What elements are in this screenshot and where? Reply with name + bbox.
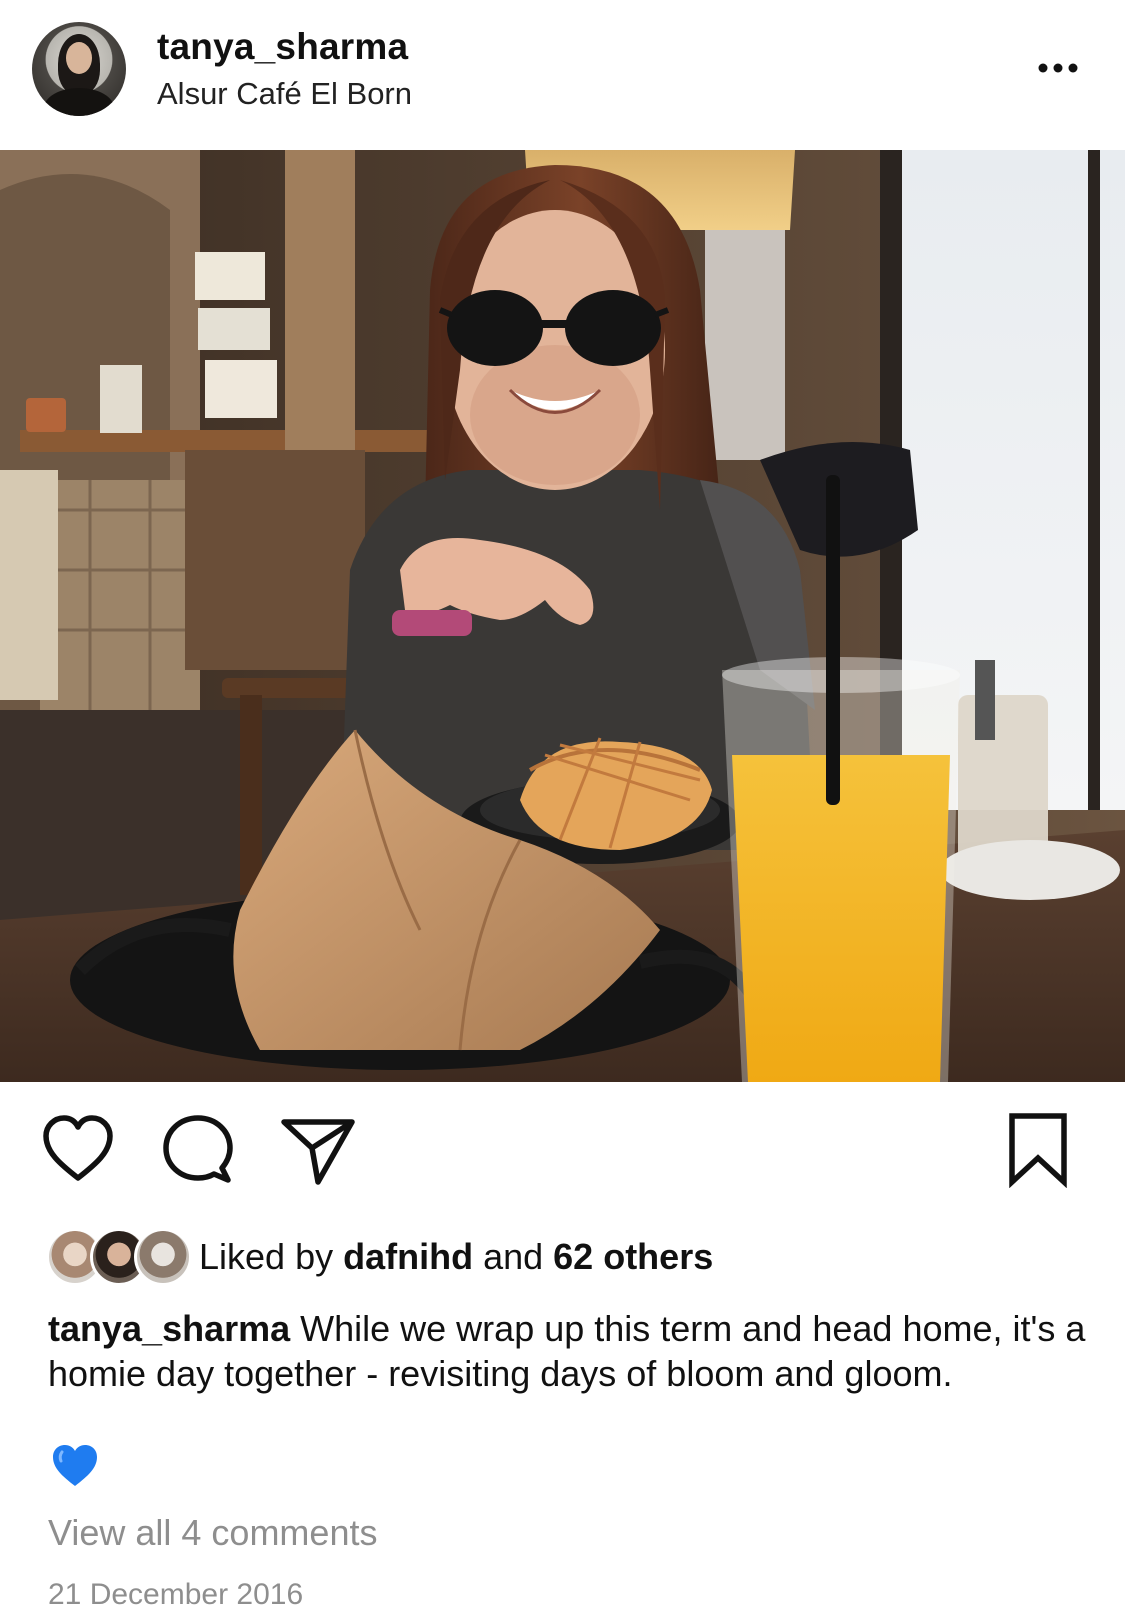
liker-avatars xyxy=(46,1228,192,1286)
caption-username[interactable]: tanya_sharma xyxy=(48,1308,290,1349)
share-button[interactable] xyxy=(280,1112,356,1188)
likes-conjunction: and xyxy=(473,1236,554,1277)
post-caption: tanya_sharma While we wrap up this term … xyxy=(48,1306,1088,1396)
likes-prefix: Liked by xyxy=(199,1236,344,1277)
more-horizontal-icon xyxy=(1038,63,1078,73)
paper-plane-icon xyxy=(281,1119,355,1185)
blue-heart-icon xyxy=(53,1445,97,1486)
view-all-comments-link[interactable]: View all 4 comments xyxy=(48,1512,377,1554)
heart-outline-icon xyxy=(43,1115,113,1181)
likes-others-count[interactable]: 62 others xyxy=(553,1236,713,1277)
photo-illustration xyxy=(0,150,1125,1082)
action-bar xyxy=(0,1112,1125,1192)
save-button[interactable] xyxy=(1000,1112,1076,1189)
post-photo[interactable] xyxy=(0,150,1125,1082)
likes-text: Liked by dafnihd and 62 others xyxy=(199,1236,713,1278)
comment-button[interactable] xyxy=(160,1112,236,1188)
post-location[interactable]: Alsur Café El Born xyxy=(157,76,412,112)
avatar xyxy=(134,1228,192,1286)
likes-row[interactable]: Liked by dafnihd and 62 others xyxy=(46,1228,1086,1288)
avatar[interactable] xyxy=(32,22,126,116)
post-header: tanya_sharma Alsur Café El Born xyxy=(0,0,1125,150)
post-date: 21 December 2016 xyxy=(48,1578,304,1611)
comment-bubble-icon xyxy=(163,1115,233,1183)
instagram-post: tanya_sharma Alsur Café El Born Liked by… xyxy=(0,0,1125,1623)
more-options-button[interactable] xyxy=(1030,50,1086,86)
bookmark-outline-icon xyxy=(1009,1113,1067,1189)
liker-username[interactable]: dafnihd xyxy=(343,1236,473,1277)
blue-heart-emoji xyxy=(50,1442,100,1490)
like-button[interactable] xyxy=(40,1112,116,1188)
post-username[interactable]: tanya_sharma xyxy=(157,26,408,68)
